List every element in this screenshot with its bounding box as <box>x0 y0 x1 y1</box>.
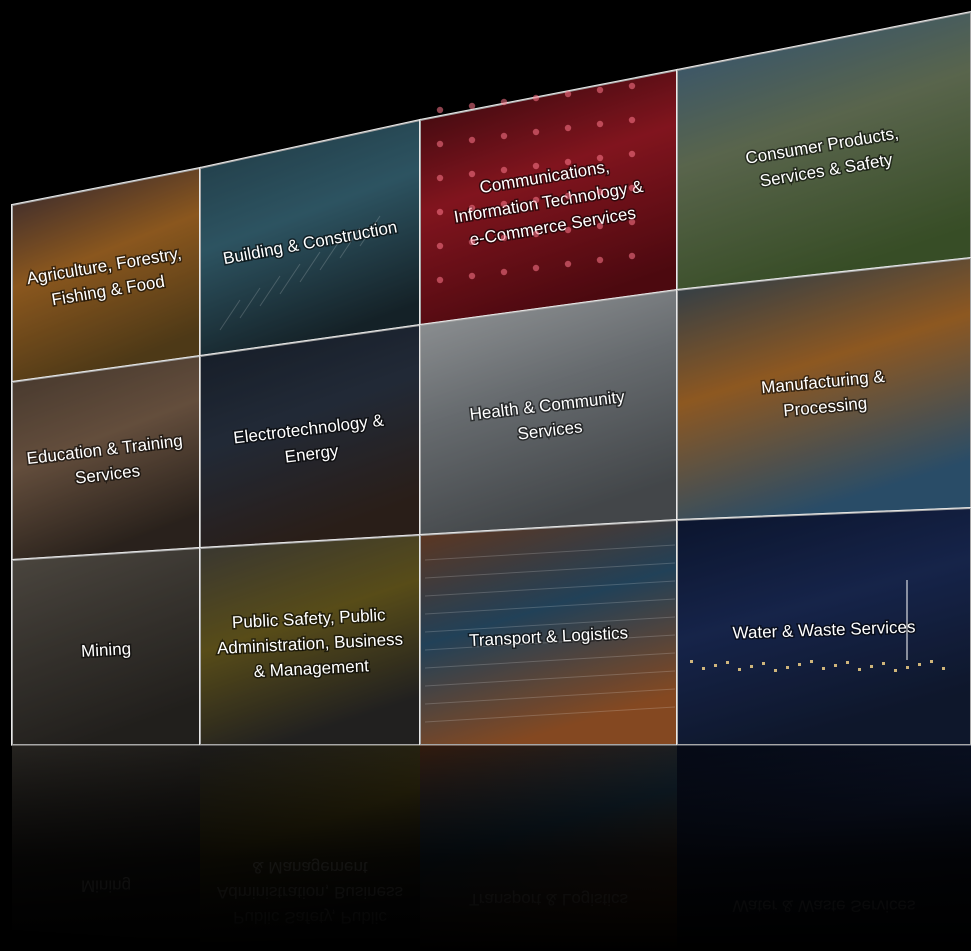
tile-public[interactable]: Public Safety, PublicAdministration, Bus… <box>199 533 421 746</box>
industry-tile-grid: Agriculture, Forestry,Fishing & FoodBuil… <box>0 10 971 951</box>
tile-label: Mining <box>81 639 132 661</box>
tile-electro[interactable]: Electrotechnology &Energy <box>199 323 421 550</box>
tile-manufacturing[interactable]: Manufacturing &Processing <box>676 256 971 522</box>
tile-water[interactable]: Water & Waste Services <box>676 506 971 746</box>
tile-building[interactable]: Building & Construction <box>199 118 421 358</box>
tile-transport[interactable]: Transport & Logistics <box>419 518 678 746</box>
tile-consumer[interactable]: Consumer Products,Services & Safety <box>676 10 971 292</box>
tile-comms[interactable]: Communications,Information Technology &e… <box>419 68 678 327</box>
tile-health[interactable]: Health & CommunityServices <box>419 288 678 537</box>
tile-education[interactable]: Education & TrainingServices <box>11 354 201 562</box>
tile-agri[interactable]: Agriculture, Forestry,Fishing & Food <box>11 166 201 384</box>
tile-label-line: Mining <box>81 639 132 661</box>
tile-mining[interactable]: Mining <box>11 546 201 746</box>
